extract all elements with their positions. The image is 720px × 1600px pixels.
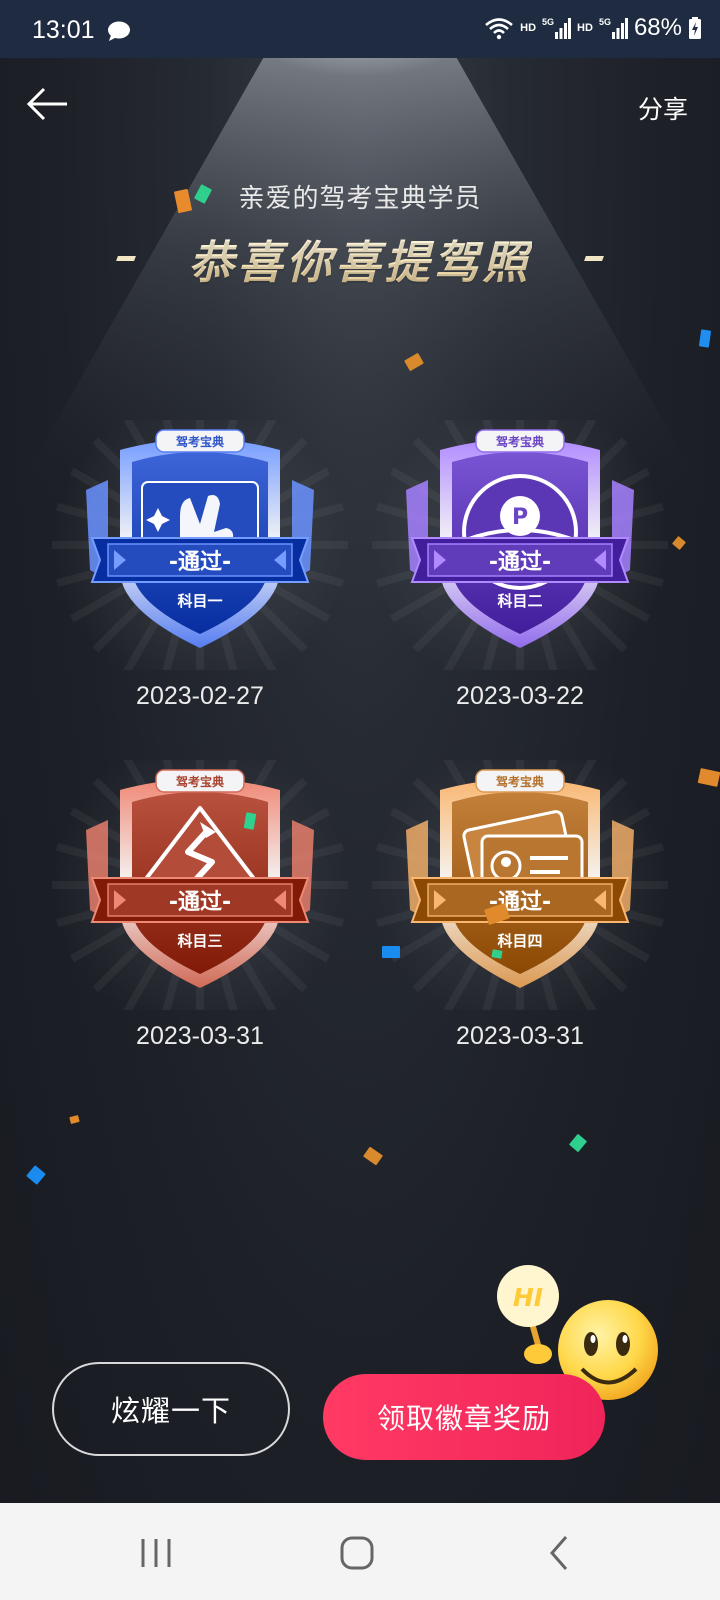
share-button[interactable]: 分享	[638, 90, 688, 126]
confetti-piece	[491, 949, 503, 959]
badge-date: 2023-03-31	[136, 1022, 264, 1050]
status-icons: HD 5G HD 5G 68%	[484, 14, 702, 42]
claim-reward-button[interactable]: 领取徽章奖励	[323, 1374, 605, 1460]
status-time: 13:01	[32, 16, 95, 44]
badge-subject-label: 科目一	[177, 592, 222, 610]
mascot-hi-text: HI	[513, 1283, 543, 1312]
confetti-piece	[697, 768, 720, 787]
badge-brand-label: 驾考宝典	[495, 434, 544, 449]
show-off-button[interactable]: 炫耀一下	[52, 1362, 290, 1456]
badge-brand-label: 驾考宝典	[495, 774, 544, 789]
badge-card[interactable]: 驾考宝典 -通过- 科目一 2023-02-27	[50, 420, 350, 720]
confetti-piece	[26, 1165, 46, 1185]
confetti-piece	[382, 946, 400, 958]
badge-date: 2023-02-27	[136, 682, 264, 710]
badge-subject-label: 科目三	[177, 932, 222, 950]
recent-apps-icon[interactable]	[134, 1531, 178, 1575]
confetti-piece	[69, 1114, 80, 1125]
confetti-piece	[698, 329, 712, 348]
badge-brand-label: 驾考宝典	[175, 434, 224, 449]
battery-icon	[689, 17, 701, 39]
confetti-piece	[404, 352, 424, 372]
parking-wheel-badge-icon: P 驾考宝典 -通过- 科目二	[372, 420, 668, 670]
confetti-piece	[568, 1133, 588, 1153]
greeting-text: 亲爱的驾考宝典学员	[238, 184, 482, 214]
badge-card[interactable]: 驾考宝典 -通过- 科目四 2023-03-31	[370, 760, 670, 1060]
badge-subject-label: 科目二	[497, 592, 542, 610]
network-type-1: HD	[520, 22, 537, 34]
signal-icon: 5G	[542, 17, 572, 39]
badge-status-label: -通过-	[489, 550, 551, 575]
home-icon[interactable]	[335, 1531, 379, 1575]
badge-card[interactable]: 驾考宝典 -通过- 科目三 2023-03-31	[50, 760, 350, 1060]
back-icon[interactable]	[538, 1531, 582, 1575]
badge-status-label: -通过-	[169, 550, 231, 575]
badge-date: 2023-03-31	[456, 1022, 584, 1050]
wifi-icon	[485, 18, 513, 40]
title-row: 恭喜你喜提驾照	[0, 226, 720, 291]
victory-hand-badge-icon: 驾考宝典 -通过- 科目一	[52, 420, 348, 670]
svg-text:P: P	[512, 505, 528, 530]
page-title: 恭喜你喜提驾照	[188, 226, 531, 291]
battery-percent: 68%	[633, 14, 682, 41]
confetti-piece	[363, 1146, 383, 1166]
system-nav-bar	[0, 1503, 720, 1600]
message-icon	[108, 21, 130, 41]
badge-card[interactable]: P 驾考宝典 -通过- 科目二 2023-03-22	[370, 420, 670, 720]
badge-brand-label: 驾考宝典	[175, 774, 224, 789]
title-dash-left	[116, 256, 137, 261]
badge-subject-label: 科目四	[497, 932, 542, 950]
title-dash-right	[583, 256, 604, 261]
back-arrow-icon[interactable]	[26, 86, 70, 122]
network-type-2: HD	[577, 22, 593, 34]
badge-date: 2023-03-22	[456, 682, 584, 710]
confetti-piece	[671, 535, 687, 551]
badge-status-label: -通过-	[169, 890, 231, 915]
badge-screen: 13:01 HD 5G HD 5G 68% 分享 亲爱的驾考宝典学员 恭喜你喜提…	[0, 0, 720, 1600]
road-sign-badge-icon: 驾考宝典 -通过- 科目三	[52, 760, 348, 1010]
license-card-badge-icon: 驾考宝典-通过-科目四	[372, 760, 668, 1010]
signal-icon-2: 5G	[599, 17, 628, 39]
status-bar: 13:01 HD 5G HD 5G 68%	[0, 0, 720, 58]
